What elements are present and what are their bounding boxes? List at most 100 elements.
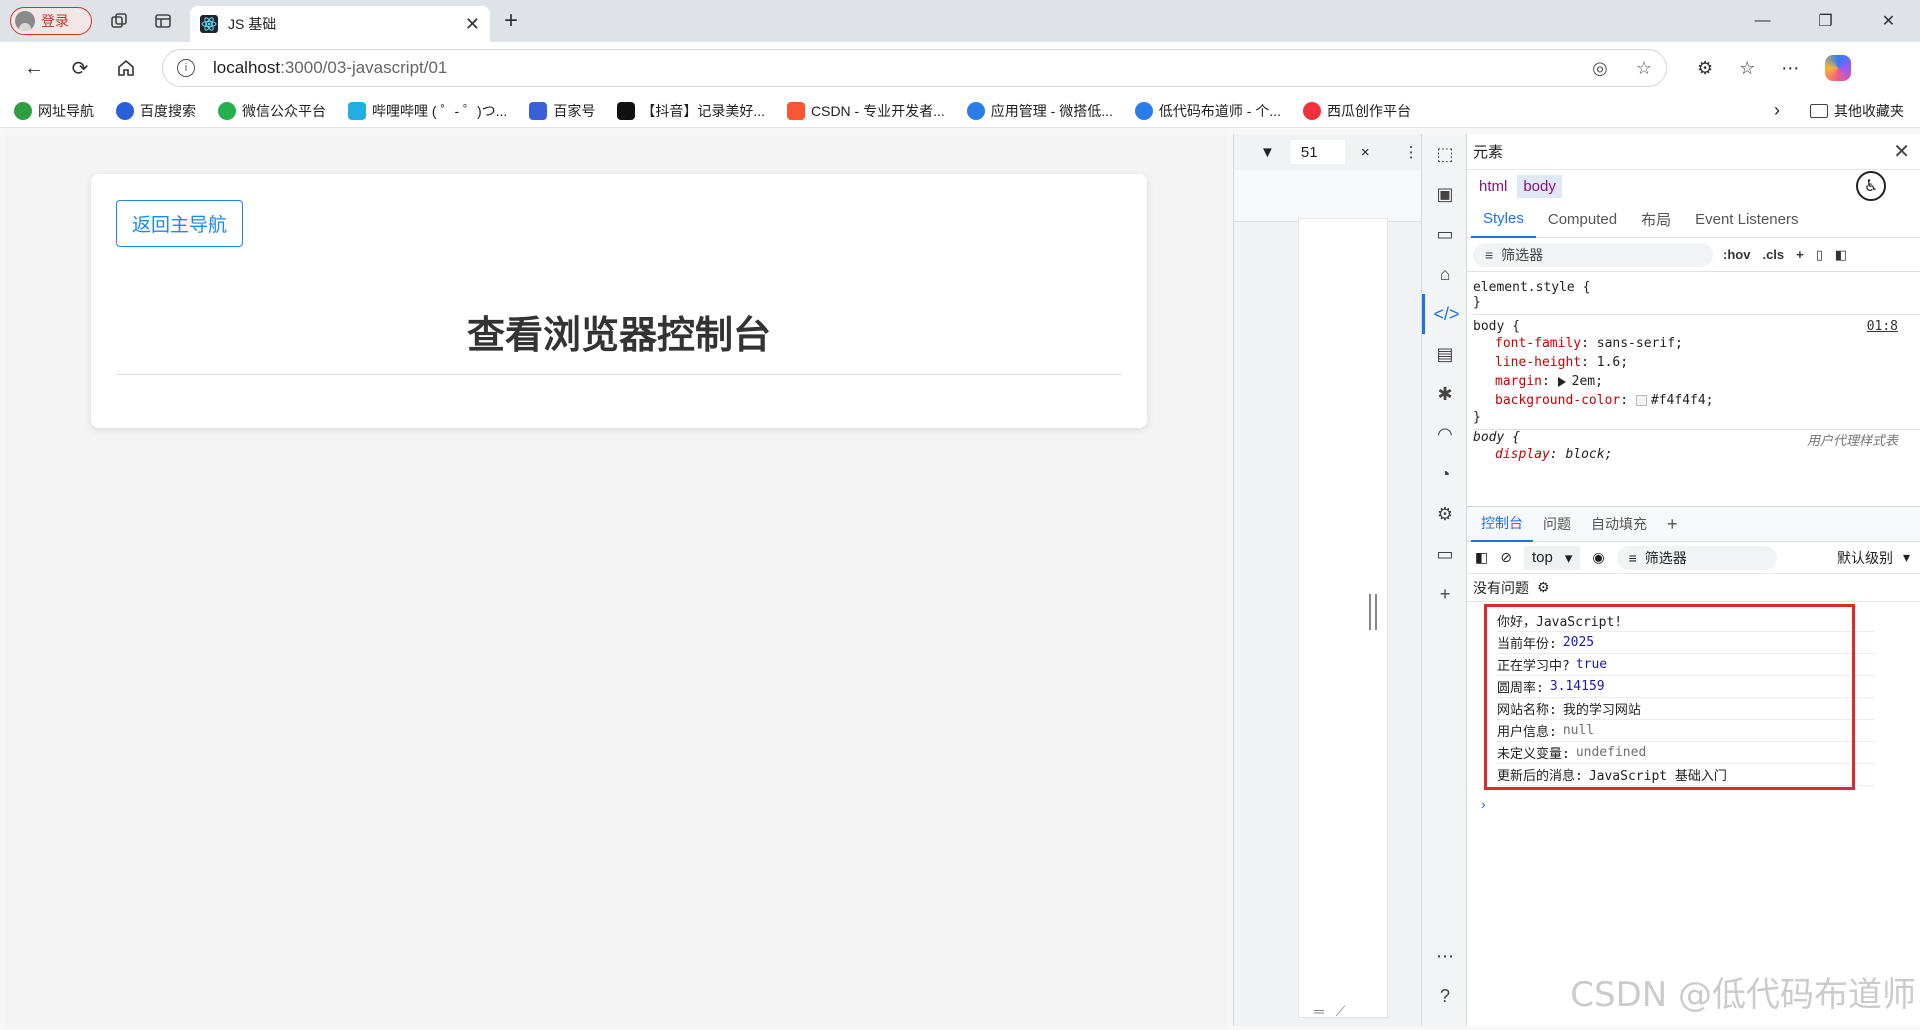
- tab-strip: 登录 JS 基础 ✕ + — ❐ ✕: [0, 0, 1920, 42]
- performance-icon[interactable]: ◔: [1422, 454, 1468, 494]
- memory-chip-icon[interactable]: ⚙: [1422, 494, 1468, 534]
- console-filter-input[interactable]: ≡ 筛选器: [1616, 545, 1777, 570]
- more-menu-icon[interactable]: ⋯: [1781, 58, 1799, 79]
- welcome-home-icon[interactable]: ⌂: [1422, 254, 1468, 294]
- url-text: localhost:3000/03-javascript/01: [213, 58, 448, 77]
- favorite-star-icon[interactable]: ☆: [1636, 58, 1652, 79]
- dropdown-triangle-icon[interactable]: ▼: [1260, 144, 1275, 161]
- react-favicon-icon: [200, 15, 218, 33]
- login-button[interactable]: 登录: [10, 7, 92, 35]
- styles-filter-input[interactable]: ≡ 筛选器: [1473, 242, 1713, 267]
- application-icon[interactable]: ▭: [1422, 534, 1468, 574]
- workspaces-icon[interactable]: [102, 4, 136, 38]
- bookmark-item[interactable]: 【抖音】记录美好...: [617, 101, 765, 121]
- dimension-x-icon: ×: [1360, 143, 1370, 161]
- favorites-icon[interactable]: ☆: [1739, 58, 1755, 79]
- bookmarks-overflow-chevron-icon[interactable]: ›: [1774, 100, 1780, 121]
- restore-icon[interactable]: ❐: [1794, 0, 1857, 42]
- other-bookmarks[interactable]: 其他收藏夹: [1810, 101, 1904, 121]
- baijiahao-icon: [529, 101, 548, 120]
- sidebar-toggle-icon[interactable]: ◧: [1835, 247, 1847, 263]
- ua-stylesheet-label: 用户代理样式表: [1806, 434, 1898, 449]
- log-level-select[interactable]: 默认级别 ▾: [1837, 548, 1910, 568]
- context-select[interactable]: top ▾: [1523, 545, 1581, 570]
- more-options-icon[interactable]: ⋯: [1422, 936, 1468, 976]
- reload-icon[interactable]: ⟳: [60, 48, 100, 88]
- device-toggle-icon[interactable]: ▣: [1422, 174, 1468, 214]
- minimize-icon[interactable]: —: [1731, 0, 1794, 42]
- bookmarks-bar: 网址导航 百度搜索 微信公众平台 哔哩哔哩 ( ゜- ゜)つ... 百家号 【抖…: [0, 94, 1920, 128]
- hov-toggle[interactable]: :hov: [1723, 247, 1750, 263]
- bookmark-item[interactable]: 应用管理 - 微搭低...: [966, 101, 1113, 121]
- bookmark-item[interactable]: 百家号: [529, 101, 595, 121]
- clear-console-icon[interactable]: ⊘: [1500, 549, 1512, 566]
- console-log-line: 网站名称: 我的学习网站: [1497, 698, 1875, 720]
- home-icon[interactable]: [106, 48, 146, 88]
- bookmark-item[interactable]: 低代码布道师 - 个...: [1134, 101, 1281, 121]
- tab-title: JS 基础: [228, 16, 277, 32]
- styles-pane: element.style { } body {01:8 font-family…: [1467, 272, 1920, 506]
- resize-handle[interactable]: [1369, 594, 1377, 630]
- address-bar[interactable]: i localhost:3000/03-javascript/01 ◎ ☆: [162, 49, 1667, 87]
- tab-close-icon[interactable]: ✕: [465, 14, 480, 35]
- help-icon[interactable]: ?: [1422, 976, 1468, 1016]
- live-expression-eye-icon[interactable]: ◉: [1592, 549, 1604, 566]
- add-drawer-tab-icon[interactable]: +: [1657, 506, 1688, 542]
- bookmark-item[interactable]: 哔哩哔哩 ( ゜- ゜)つ...: [348, 101, 507, 121]
- back-icon[interactable]: ←: [14, 48, 54, 88]
- content-card: 返回主导航 查看浏览器控制台: [91, 174, 1147, 428]
- cloud-icon: [1134, 101, 1153, 120]
- wechat-icon: [218, 101, 236, 120]
- bookmark-item[interactable]: 西瓜创作平台: [1303, 101, 1411, 121]
- new-tab-icon[interactable]: +: [504, 7, 518, 35]
- site-info-icon[interactable]: i: [177, 59, 195, 77]
- more-tools-plus-icon[interactable]: +: [1422, 574, 1468, 614]
- tab-js-basics[interactable]: JS 基础 ✕: [190, 6, 490, 42]
- extensions-icon[interactable]: ⚙: [1697, 58, 1713, 79]
- inspect-icon[interactable]: ⬚: [1422, 134, 1468, 174]
- console-sidebar-icon[interactable]: ◧: [1475, 549, 1488, 566]
- tab-event-listeners[interactable]: Event Listeners: [1683, 202, 1810, 238]
- breadcrumb-body[interactable]: body: [1517, 174, 1562, 198]
- tab-issues[interactable]: 问题: [1533, 506, 1581, 542]
- csdn-icon: [787, 101, 805, 120]
- read-aloud-icon[interactable]: ◎: [1592, 58, 1608, 79]
- close-devtools-icon[interactable]: ✕: [1893, 139, 1910, 164]
- color-swatch[interactable]: [1635, 395, 1647, 406]
- new-rule-plus-icon[interactable]: +: [1796, 247, 1804, 263]
- tab-console[interactable]: 控制台: [1471, 506, 1533, 542]
- close-window-icon[interactable]: ✕: [1857, 0, 1920, 42]
- bookmark-item[interactable]: 网址导航: [14, 101, 94, 121]
- console-log-line: 当前年份: 2025: [1497, 632, 1875, 654]
- elements-code-icon[interactable]: </>: [1422, 294, 1468, 334]
- source-link[interactable]: 01:8: [1867, 319, 1898, 334]
- copilot-icon[interactable]: [1825, 55, 1852, 81]
- back-to-nav-button[interactable]: 返回主导航: [116, 200, 243, 247]
- tab-styles[interactable]: Styles: [1471, 202, 1536, 238]
- resize-corner-icon[interactable]: ═ ⟋: [1314, 1003, 1350, 1020]
- breadcrumb-html[interactable]: html: [1473, 175, 1513, 198]
- bookmark-item[interactable]: CSDN - 专业开发者...: [787, 101, 945, 121]
- device-ruler: [1234, 170, 1421, 222]
- device-more-icon[interactable]: ⋮: [1404, 143, 1419, 161]
- network-wifi-icon[interactable]: ◠: [1422, 414, 1468, 454]
- watermark: CSDN @低代码布道师: [1570, 975, 1916, 1015]
- tab-computed[interactable]: Computed: [1536, 202, 1629, 238]
- paint-icon[interactable]: ▯: [1816, 247, 1823, 263]
- bookmark-favicon-icon: [14, 101, 32, 120]
- accessibility-icon[interactable]: ♿: [1856, 171, 1886, 201]
- expand-triangle-icon[interactable]: [1557, 376, 1566, 387]
- tab-layout[interactable]: 布局: [1629, 202, 1683, 238]
- bookmark-item[interactable]: 微信公众平台: [218, 101, 326, 121]
- console-settings-gear-icon[interactable]: ⚙: [1537, 579, 1550, 596]
- filter-icon: ≡: [1628, 549, 1637, 566]
- width-input[interactable]: 51: [1290, 140, 1345, 164]
- bookmark-item[interactable]: 百度搜索: [116, 101, 196, 121]
- console-icon[interactable]: ▤: [1422, 334, 1468, 374]
- tab-autofill[interactable]: 自动填充: [1581, 506, 1657, 542]
- vertical-tabs-icon[interactable]: [146, 4, 180, 38]
- panel-icon[interactable]: ▭: [1422, 214, 1468, 254]
- sources-bug-icon[interactable]: ✱: [1422, 374, 1468, 414]
- cls-toggle[interactable]: .cls: [1762, 247, 1784, 263]
- console-prompt[interactable]: ›: [1467, 796, 1920, 812]
